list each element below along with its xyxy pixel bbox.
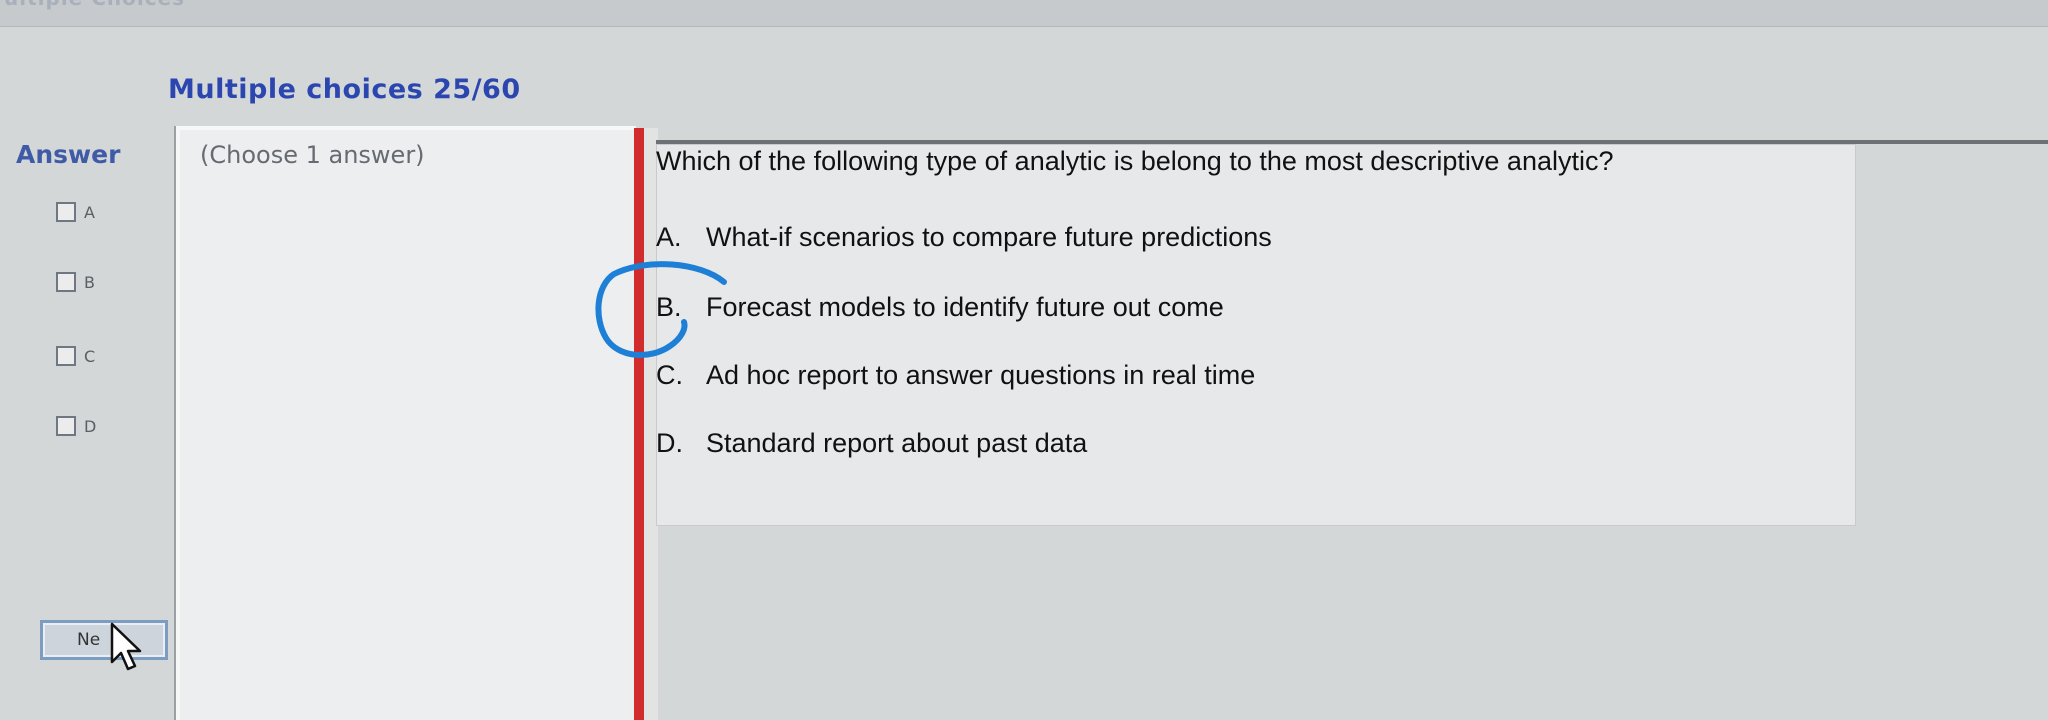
answer-option-a[interactable]: A [56, 200, 95, 224]
window-title-bar: ultiple Choices [0, 0, 2048, 27]
next-button[interactable]: Ne [40, 620, 168, 660]
question-text: Which of the following type of analytic … [656, 146, 1614, 176]
answer-option-label: D [84, 416, 97, 436]
instruction-panel: (Choose 1 answer) [176, 126, 636, 720]
choice-letter: C. [656, 360, 683, 390]
answer-option-b[interactable]: B [56, 270, 95, 294]
choice-d: D. Standard report about past data [656, 428, 1087, 459]
answer-option-label: A [84, 202, 95, 222]
choice-c: C. Ad hoc report to answer questions in r… [656, 360, 1255, 391]
choice-a: A. What-if scenarios to compare future pr… [656, 222, 1272, 253]
choice-text: Standard report about past data [706, 428, 1088, 458]
question-panel [656, 144, 1856, 526]
panel-divider [634, 128, 644, 720]
choice-letter: D. [656, 428, 683, 458]
answer-option-label: C [84, 346, 96, 366]
instruction-text: (Choose 1 answer) [200, 141, 425, 169]
question-header-line [656, 140, 2048, 144]
answer-option-label: B [84, 272, 95, 292]
window-title: ultiple Choices [4, 0, 185, 10]
checkbox-c[interactable] [56, 346, 76, 366]
checkbox-a[interactable] [56, 202, 76, 222]
checkbox-b[interactable] [56, 272, 76, 292]
choice-text: What-if scenarios to compare future pred… [706, 222, 1272, 252]
choice-text: Ad hoc report to answer questions in rea… [706, 360, 1256, 390]
checkbox-d[interactable] [56, 416, 76, 436]
answer-option-d[interactable]: D [56, 414, 96, 438]
arrow-cursor-icon [110, 622, 142, 671]
answer-option-c[interactable]: C [56, 344, 95, 368]
answer-label: Answer [16, 140, 121, 169]
page-title: Multiple choices 25/60 [168, 74, 521, 105]
choice-b: B. Forecast models to identify future out… [656, 292, 1224, 323]
choice-letter: A. [656, 222, 682, 252]
choice-text: Forecast models to identify future out c… [706, 292, 1224, 322]
hand-drawn-circle-annotation [595, 261, 727, 359]
